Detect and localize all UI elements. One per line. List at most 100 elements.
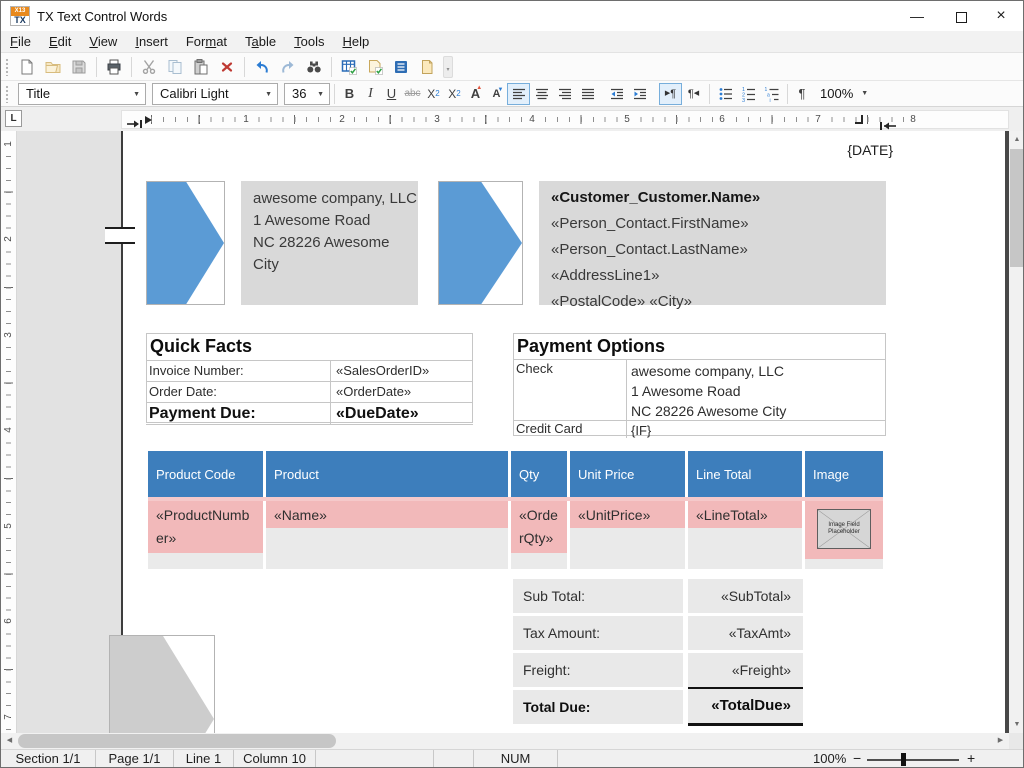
address-line-field[interactable]: «AddressLine1» — [551, 263, 886, 289]
sales-order-id-field[interactable]: «SalesOrderID» — [336, 361, 429, 381]
cut-button[interactable] — [137, 55, 161, 79]
recipient-arrow-cell[interactable] — [438, 181, 523, 305]
left-margin-marker[interactable] — [105, 227, 135, 244]
due-date-field[interactable]: «DueDate» — [336, 403, 419, 424]
maximize-button[interactable] — [939, 1, 983, 31]
toolbar-overflow-handle[interactable]: ▾ — [443, 56, 453, 78]
save-button[interactable] — [67, 55, 91, 79]
align-left-button[interactable] — [507, 83, 530, 105]
bold-button[interactable]: B — [339, 83, 360, 105]
freight-field[interactable]: «Freight» — [688, 653, 803, 687]
table-cell[interactable]: «ProductNumber» — [148, 501, 263, 569]
new-document-button[interactable] — [15, 55, 39, 79]
insert-image-button[interactable] — [363, 55, 387, 79]
underline-button[interactable]: U — [381, 83, 402, 105]
menu-help[interactable]: Help — [334, 31, 379, 52]
style-combo[interactable]: Title▼ — [18, 83, 146, 105]
font-size-combo[interactable]: 36▼ — [284, 83, 330, 105]
toolbar-grip[interactable] — [5, 85, 9, 103]
insert-table-button[interactable] — [337, 55, 361, 79]
justify-button[interactable] — [576, 83, 599, 105]
payment-options-table[interactable]: Payment Options Check awesome company, L… — [513, 333, 886, 436]
menu-edit[interactable]: Edit — [40, 31, 80, 52]
table-cell[interactable]: «UnitPrice» — [570, 501, 685, 569]
image-field-placeholder[interactable]: Image Field Placeholder — [817, 509, 871, 549]
grow-font-button[interactable]: A▲ — [465, 83, 486, 105]
document-page[interactable]: {DATE} awesome company, LLC 1 Awesome Ro… — [121, 131, 1009, 733]
vertical-ruler[interactable]: 1 2 3 4 5 6 7 — [1, 131, 17, 733]
tab-selector-button[interactable]: L — [5, 110, 22, 127]
blue-arrow-shape[interactable] — [147, 182, 224, 304]
right-to-left-button[interactable]: ¶◀ — [682, 83, 705, 105]
scroll-down-icon[interactable]: ▼ — [1009, 716, 1024, 733]
if-field[interactable]: {IF} — [631, 421, 651, 441]
tax-amount-field[interactable]: «TaxAmt» — [688, 616, 803, 650]
first-line-indent-marker[interactable] — [145, 116, 152, 124]
font-combo[interactable]: Calibri Light▼ — [152, 83, 278, 105]
zoom-combo[interactable]: 100%▼ — [820, 86, 868, 101]
minimize-button[interactable]: — — [895, 1, 939, 31]
align-center-button[interactable] — [530, 83, 553, 105]
decrease-indent-button[interactable] — [605, 83, 628, 105]
product-table-row[interactable]: «ProductNumber» «Name» «OrderQty» «UnitP… — [123, 501, 1011, 569]
postal-city-field[interactable]: «PostalCode» «City» — [551, 289, 886, 315]
product-number-field[interactable]: «ProductNumber» — [148, 501, 263, 553]
close-button[interactable]: × — [979, 1, 1023, 31]
italic-button[interactable]: I — [360, 83, 381, 105]
scroll-up-icon[interactable]: ▲ — [1009, 131, 1024, 148]
align-right-button[interactable] — [553, 83, 576, 105]
table-cell[interactable]: «OrderQty» — [511, 501, 567, 569]
menu-tools[interactable]: Tools — [285, 31, 333, 52]
horizontal-ruler[interactable]: 1 2 3 4 5 6 7 8 — [121, 110, 1009, 129]
left-to-right-button[interactable]: ▶¶ — [659, 83, 682, 105]
scroll-right-icon[interactable]: ▶ — [992, 733, 1009, 749]
right-margin-corner-marker[interactable] — [855, 115, 863, 124]
zoom-in-button[interactable]: + — [967, 750, 975, 767]
date-merge-field[interactable]: {DATE} — [847, 142, 893, 158]
horizontal-scrollbar[interactable]: ◀ ▶ — [1, 733, 1009, 749]
menu-format[interactable]: Format — [177, 31, 236, 52]
unit-price-field[interactable]: «UnitPrice» — [570, 501, 685, 528]
sub-total-field[interactable]: «SubTotal» — [688, 579, 803, 613]
scroll-left-icon[interactable]: ◀ — [1, 733, 18, 749]
blue-arrow-shape[interactable] — [439, 182, 522, 304]
bullet-list-button[interactable] — [714, 83, 737, 105]
delete-button[interactable] — [215, 55, 239, 79]
gray-arrow-shape[interactable] — [110, 636, 214, 733]
sender-address-block[interactable]: awesome company, LLC 1 Awesome Road NC 2… — [241, 181, 418, 305]
vertical-scroll-thumb[interactable] — [1010, 149, 1024, 267]
order-date-field[interactable]: «OrderDate» — [336, 382, 411, 402]
vertical-scrollbar[interactable]: ▲ ▼ — [1009, 131, 1024, 733]
table-cell[interactable]: «Name» — [266, 501, 508, 569]
menu-view[interactable]: View — [80, 31, 126, 52]
insert-report-button[interactable] — [389, 55, 413, 79]
menu-table[interactable]: Table — [236, 31, 285, 52]
table-cell[interactable]: «LineTotal» — [688, 501, 802, 569]
superscript-button[interactable]: X2 — [444, 83, 465, 105]
undo-button[interactable] — [250, 55, 274, 79]
menu-file[interactable]: File — [1, 31, 40, 52]
copy-button[interactable] — [163, 55, 187, 79]
sender-arrow-cell[interactable] — [146, 181, 225, 305]
numbered-list-button[interactable]: 123 — [737, 83, 760, 105]
show-paragraph-marks-button[interactable]: ¶ — [792, 86, 812, 101]
zoom-slider-track[interactable] — [867, 759, 959, 761]
line-total-field[interactable]: «LineTotal» — [688, 501, 802, 528]
subscript-button[interactable]: X2 — [423, 83, 444, 105]
open-button[interactable] — [41, 55, 65, 79]
name-field[interactable]: «Name» — [266, 501, 508, 528]
find-button[interactable] — [302, 55, 326, 79]
zoom-slider-thumb[interactable] — [901, 753, 906, 766]
paste-button[interactable] — [189, 55, 213, 79]
quick-facts-table[interactable]: Quick Facts Invoice Number: «SalesOrderI… — [146, 333, 473, 423]
last-name-field[interactable]: «Person_Contact.LastName» — [551, 237, 886, 263]
print-button[interactable] — [102, 55, 126, 79]
menu-insert[interactable]: Insert — [126, 31, 177, 52]
insert-page-button[interactable] — [415, 55, 439, 79]
redo-button[interactable] — [276, 55, 300, 79]
order-qty-field[interactable]: «OrderQty» — [511, 501, 567, 553]
multilevel-list-button[interactable]: 1ai — [760, 83, 783, 105]
total-due-field[interactable]: «TotalDue» — [688, 687, 803, 726]
increase-indent-button[interactable] — [628, 83, 651, 105]
footer-arrow-cell[interactable] — [109, 635, 215, 733]
